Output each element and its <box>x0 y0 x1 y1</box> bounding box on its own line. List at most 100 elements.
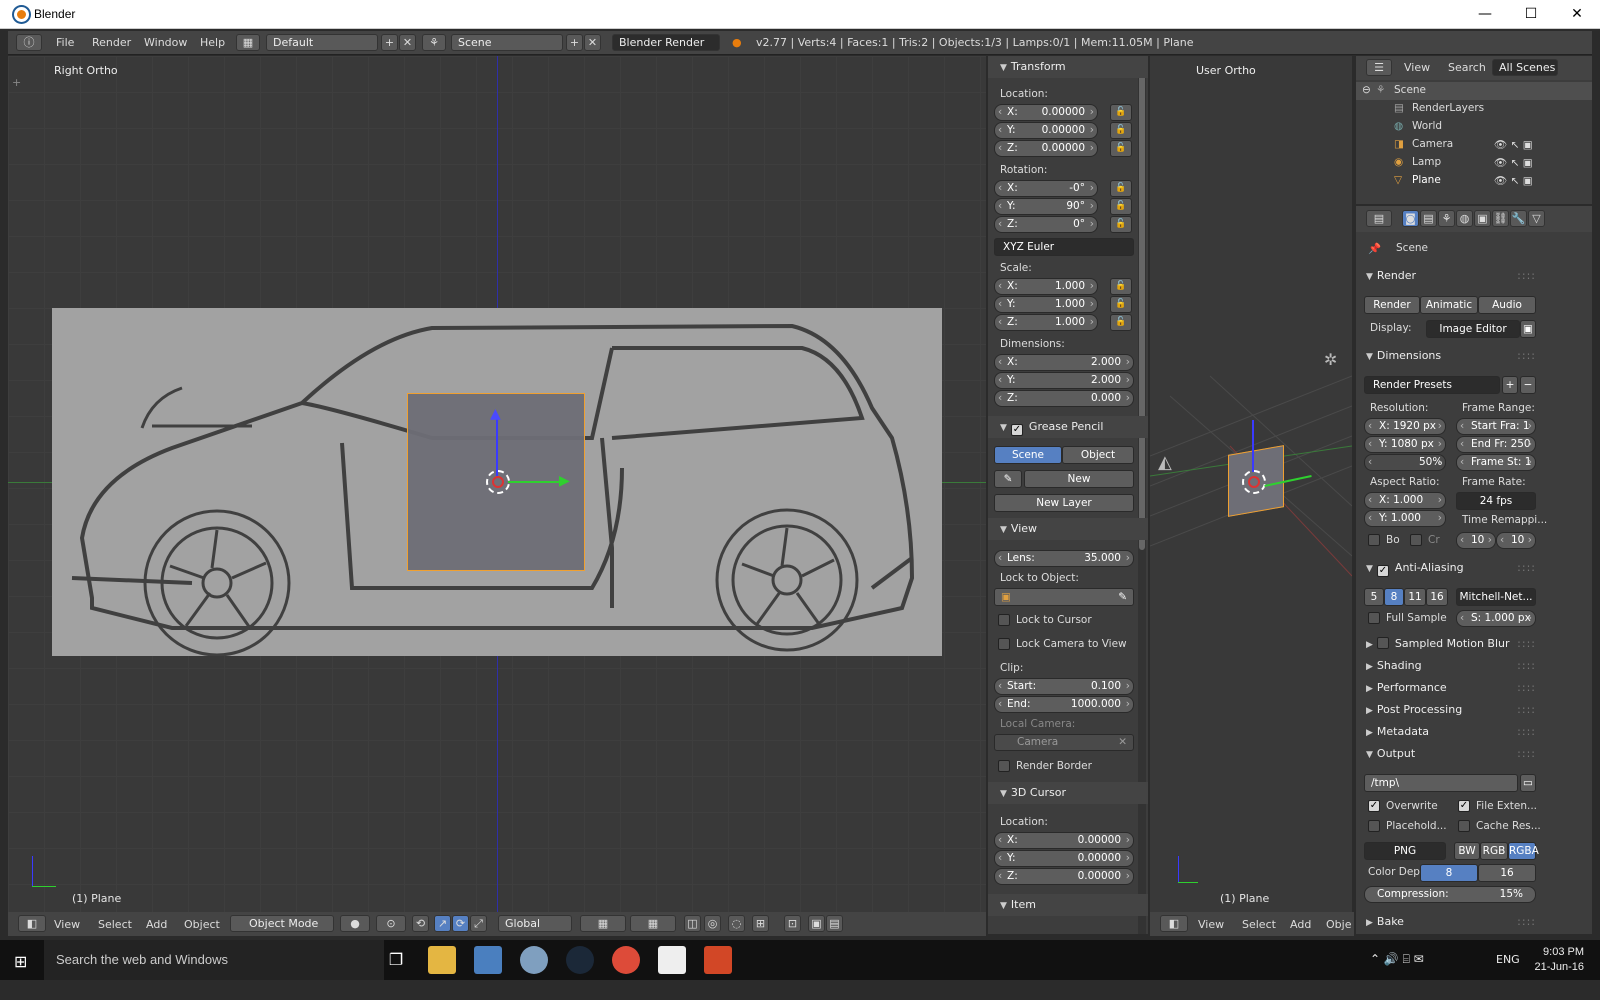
grease-new-button[interactable]: New <box>1024 470 1134 488</box>
cursor-x-field[interactable]: X:0.00000 <box>994 832 1134 849</box>
y-manipulator-handle[interactable] <box>508 481 563 483</box>
pivot-icon[interactable]: ⊙ <box>376 915 406 932</box>
display-mode-select[interactable]: All Scenes <box>1492 59 1558 76</box>
z-manipulator-handle[interactable] <box>496 416 498 476</box>
paint-app-icon[interactable] <box>520 946 548 974</box>
render-window-icon[interactable]: ▣ <box>1520 320 1536 338</box>
render-border-checkbox[interactable] <box>998 760 1010 772</box>
location-x-field[interactable]: X:0.00000 <box>994 104 1098 121</box>
outliner-item-lamp[interactable]: Lamp <box>1412 156 1441 168</box>
outliner-item-plane[interactable]: Plane <box>1412 174 1441 186</box>
aa-samples-8[interactable]: 8 <box>1384 588 1404 606</box>
full-sample-checkbox[interactable] <box>1368 612 1380 624</box>
snap-icon[interactable]: ⊞ <box>752 915 769 932</box>
motion-blur-checkbox[interactable] <box>1376 637 1389 649</box>
aa-samples-5[interactable]: 5 <box>1364 588 1384 606</box>
lens-field[interactable]: Lens:35.000 <box>994 550 1134 567</box>
menu-help[interactable]: Help <box>200 36 225 49</box>
frame-step-field[interactable]: Frame St: 1 <box>1456 454 1536 471</box>
3d-cursor-icon[interactable] <box>1242 470 1266 494</box>
add-scene-button[interactable]: + <box>566 34 583 51</box>
language-indicator[interactable]: ENG <box>1496 953 1520 966</box>
proportional-edit-icon[interactable]: ◌ <box>728 915 745 932</box>
metadata-panel-header[interactable]: ▶ Metadata:::: <box>1366 722 1540 742</box>
filter-size-field[interactable]: S: 1.000 px <box>1456 610 1536 627</box>
lock-icon[interactable]: 🔓 <box>1110 104 1132 121</box>
visibility-eye-icon[interactable]: 👁 ↖ ▣ <box>1494 156 1533 169</box>
object-tab-icon[interactable]: ▣ <box>1474 210 1491 227</box>
end-frame-field[interactable]: End Fr: 250 <box>1456 436 1536 453</box>
steam-icon[interactable] <box>566 946 594 974</box>
remove-scene-button[interactable]: ✕ <box>584 34 601 51</box>
lock-icon[interactable]: 🔓 <box>1110 216 1132 233</box>
grease-pencil-checkbox[interactable]: ✓ <box>1010 424 1023 436</box>
anti-aliasing-checkbox[interactable]: ✓ <box>1376 565 1389 577</box>
location-y-field[interactable]: Y:0.00000 <box>994 122 1098 139</box>
manipulator-toggle-icon[interactable]: ⟲ <box>412 915 429 932</box>
animation-button[interactable]: Animatic <box>1420 296 1478 314</box>
outliner-item-scene[interactable]: Scene <box>1394 84 1426 96</box>
menu-window[interactable]: Window <box>144 36 187 49</box>
outliner-menu-search[interactable]: Search <box>1448 61 1486 74</box>
render-preview-icon[interactable]: ◎ <box>704 915 721 932</box>
menu-add[interactable]: Add <box>1290 918 1311 931</box>
clip-end-field[interactable]: End:1000.000 <box>994 696 1134 713</box>
resolution-y-field[interactable]: Y: 1080 px <box>1364 436 1446 453</box>
bake-panel-header[interactable]: ▶ Bake:::: <box>1366 912 1540 932</box>
border-checkbox[interactable] <box>1368 534 1380 546</box>
new-layer-button[interactable]: New Layer <box>994 494 1134 512</box>
scale-z-field[interactable]: Z:1.000 <box>994 314 1098 331</box>
camera-object-icon[interactable]: ◭ <box>1158 452 1172 473</box>
file-explorer-icon[interactable] <box>428 946 456 974</box>
aa-filter-select[interactable]: Mitchell-Net... <box>1456 588 1536 606</box>
shading-panel-header[interactable]: ▶ Shading:::: <box>1366 656 1540 676</box>
crop-checkbox[interactable] <box>1410 534 1422 546</box>
document-app-icon[interactable] <box>658 946 686 974</box>
network-app-icon[interactable] <box>474 946 502 974</box>
world-tab-icon[interactable]: ◍ <box>1456 210 1473 227</box>
layers-tab-icon[interactable]: ▤ <box>1420 210 1437 227</box>
constraints-tab-icon[interactable]: ⛓ <box>1492 210 1509 227</box>
lock-object-field[interactable]: ▣ ✎ <box>994 588 1134 606</box>
item-panel-header[interactable]: ▼ Item <box>988 894 1148 916</box>
layout-icon[interactable]: ▦ <box>236 34 260 51</box>
frame-rate-select[interactable]: 24 fps <box>1456 492 1536 510</box>
menu-select[interactable]: Select <box>98 918 132 931</box>
menu-file[interactable]: File <box>56 36 74 49</box>
lock-camera-checkbox[interactable] <box>998 638 1010 650</box>
scale-y-field[interactable]: Y:1.000 <box>994 296 1098 313</box>
scene-select[interactable]: Scene <box>451 34 563 51</box>
file-format-select[interactable]: PNG <box>1364 842 1446 860</box>
lock-icon[interactable]: 🔓 <box>1110 198 1132 215</box>
pin-icon[interactable]: 📌 <box>1368 242 1381 255</box>
grease-object-button[interactable]: Object <box>1062 446 1134 464</box>
aspect-y-field[interactable]: Y: 1.000 <box>1364 510 1446 527</box>
grease-scene-button[interactable]: Scene <box>994 446 1062 464</box>
outliner-menu-view[interactable]: View <box>1404 61 1430 74</box>
editor-type-icon[interactable]: ◧ <box>18 915 46 932</box>
left-3d-viewport[interactable]: Right Ortho + ▲ ▶ (1) Plane <box>8 56 986 912</box>
remove-layout-button[interactable]: ✕ <box>399 34 416 51</box>
scale-x-field[interactable]: X:1.000 <box>994 278 1098 295</box>
lock-to-cursor-checkbox[interactable] <box>998 614 1010 626</box>
mode-select[interactable]: Object Mode <box>230 915 334 932</box>
file-extensions-checkbox[interactable]: ✓ <box>1458 800 1470 812</box>
render-presets-select[interactable]: Render Presets <box>1364 376 1500 394</box>
outliner-item-renderlayers[interactable]: RenderLayers <box>1412 102 1484 114</box>
dimension-z-field[interactable]: Z:0.000 <box>994 390 1134 407</box>
lock-icon[interactable]: 🔓 <box>1110 314 1132 331</box>
taskbar-clock[interactable]: 9:03 PM 21-Jun-16 <box>1534 945 1584 975</box>
system-tray-icons[interactable]: ⌃ 🔊 ⌸ ✉ <box>1370 952 1424 967</box>
audio-button[interactable]: Audio <box>1478 296 1536 314</box>
modifiers-tab-icon[interactable]: 🔧 <box>1510 210 1527 227</box>
start-frame-field[interactable]: Start Fra: 1 <box>1456 418 1536 435</box>
lock-icon[interactable]: 🔓 <box>1110 278 1132 295</box>
menu-object[interactable]: Objec <box>1326 918 1352 931</box>
outliner-type-icon[interactable]: ☰ <box>1366 59 1392 76</box>
data-tab-icon[interactable]: ▽ <box>1528 210 1545 227</box>
resolution-percent-slider[interactable]: 50% <box>1364 454 1446 471</box>
time-remap-new-field[interactable]: 10 <box>1496 532 1536 549</box>
location-z-field[interactable]: Z:0.00000 <box>994 140 1098 157</box>
output-path-field[interactable]: /tmp\ <box>1364 774 1518 792</box>
render-panel-header[interactable]: ▼ Render:::: <box>1366 266 1540 286</box>
